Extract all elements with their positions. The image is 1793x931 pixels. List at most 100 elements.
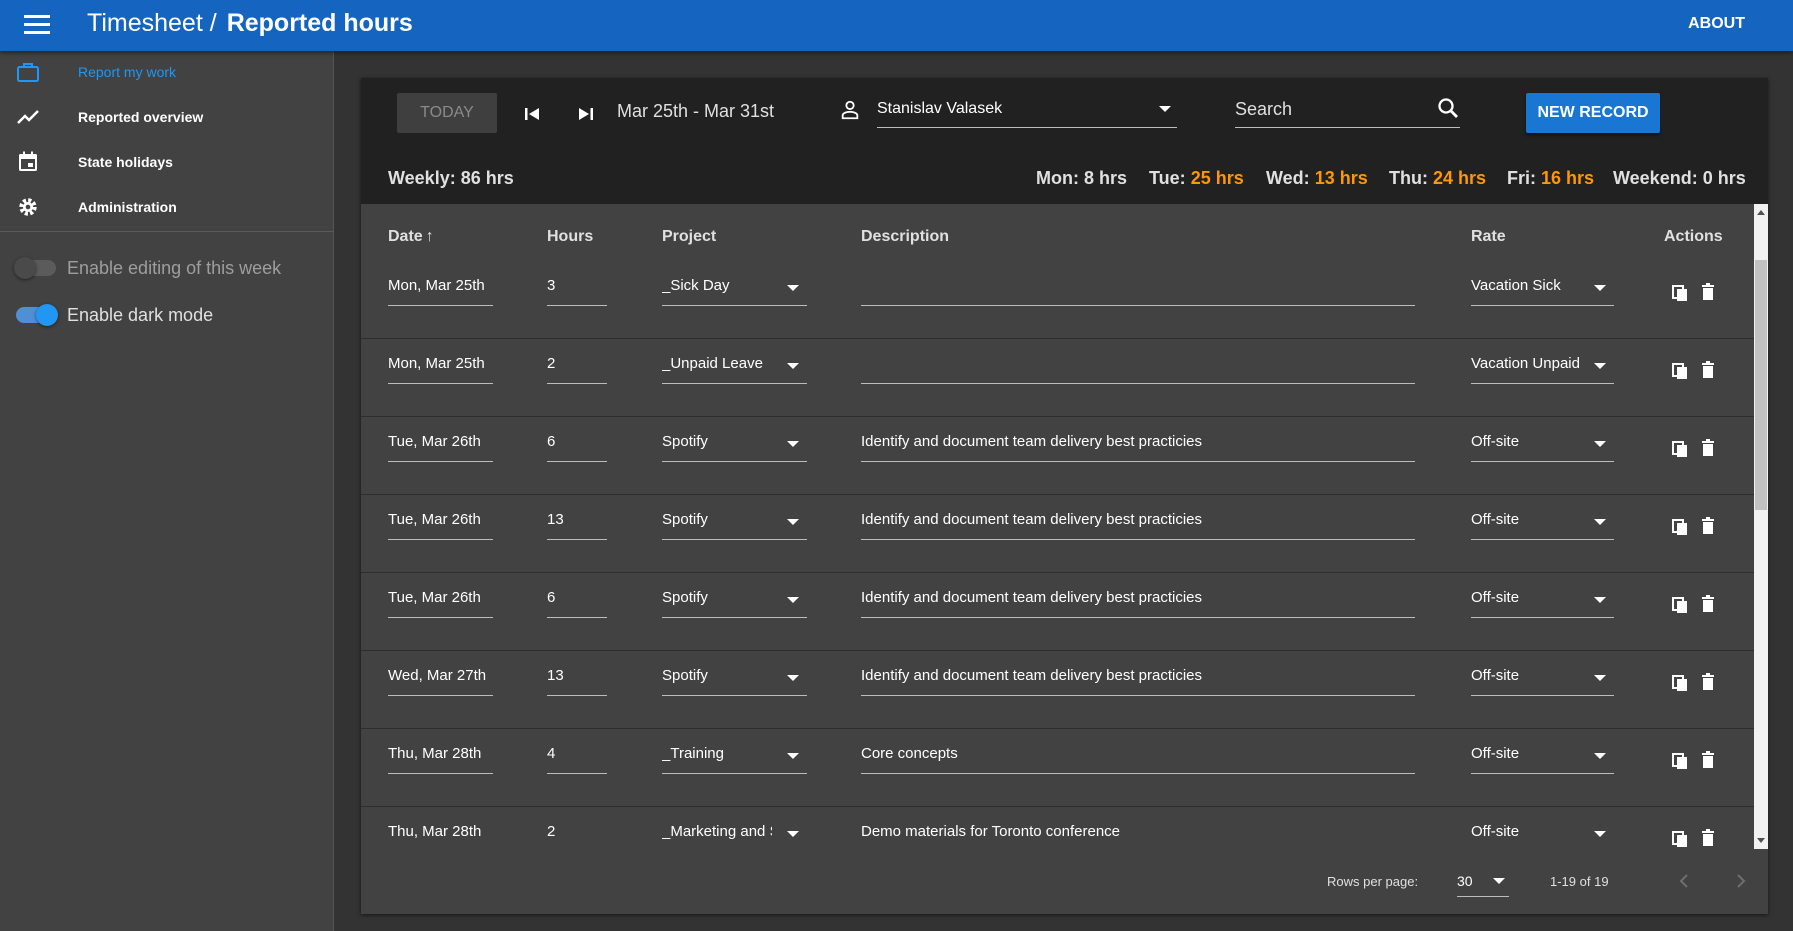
description-input[interactable]: [861, 349, 1415, 384]
scroll-up-arrow[interactable]: [1757, 210, 1765, 215]
search-icon[interactable]: [1436, 96, 1460, 120]
sidebar-item-administration[interactable]: Administration: [0, 186, 333, 228]
description-input[interactable]: Identify and document team delivery best…: [861, 661, 1415, 696]
description-input[interactable]: Demo materials for Toronto conference: [861, 817, 1415, 849]
project-select[interactable]: Spotify: [662, 661, 807, 696]
thu-label: Thu:: [1389, 168, 1428, 188]
table-row: Tue, Mar 26th 6 Spotify Identify and docume…: [361, 417, 1754, 495]
hours-input[interactable]: 6: [547, 583, 607, 618]
sidebar-item-report-my-work[interactable]: Report my work: [0, 51, 333, 93]
editing-week-switch[interactable]: [14, 257, 56, 279]
hours-input[interactable]: 6: [547, 427, 607, 462]
delete-icon[interactable]: [1700, 517, 1716, 535]
sidebar-item-reported-overview[interactable]: Reported overview: [0, 96, 333, 138]
table-scrollbar[interactable]: [1754, 204, 1768, 849]
date-cell[interactable]: Mon, Mar 25th: [388, 349, 493, 384]
tue-total: Tue: 25 hrs: [1149, 168, 1244, 189]
rows-per-page-select[interactable]: 30: [1457, 863, 1509, 897]
dark-mode-switch[interactable]: [16, 304, 58, 326]
previous-page-icon[interactable]: [1672, 869, 1696, 893]
description-input[interactable]: Core concepts: [861, 739, 1415, 774]
description-input[interactable]: Identify and document team delivery best…: [861, 583, 1415, 618]
timesheet-panel: TODAY Mar 25th - Mar 31st Stanislav Vala…: [361, 78, 1768, 914]
copy-icon[interactable]: [1672, 829, 1688, 847]
project-select[interactable]: _Unpaid Leave: [662, 349, 807, 384]
project-select[interactable]: _Marketing and Sales: [662, 817, 807, 849]
rate-select[interactable]: Off-site: [1471, 817, 1614, 849]
delete-icon[interactable]: [1700, 439, 1716, 457]
rate-select[interactable]: Off-site: [1471, 739, 1614, 774]
project-select[interactable]: Spotify: [662, 583, 807, 618]
delete-icon[interactable]: [1700, 829, 1716, 847]
description-input[interactable]: [861, 271, 1415, 306]
date-cell[interactable]: Mon, Mar 25th: [388, 271, 493, 306]
column-header-description[interactable]: Description: [861, 228, 949, 246]
project-select[interactable]: Spotify: [662, 427, 807, 462]
delete-icon[interactable]: [1700, 361, 1716, 379]
rate-select[interactable]: Off-site: [1471, 427, 1614, 462]
copy-icon[interactable]: [1672, 283, 1688, 301]
hours-input[interactable]: 13: [547, 661, 607, 696]
project-select[interactable]: Spotify: [662, 505, 807, 540]
skip-previous-icon[interactable]: [523, 105, 541, 123]
chevron-down-icon: [1594, 675, 1606, 681]
project-select[interactable]: _Sick Day: [662, 271, 807, 306]
delete-icon[interactable]: [1700, 751, 1716, 769]
scroll-down-arrow[interactable]: [1757, 838, 1765, 843]
column-header-hours[interactable]: Hours: [547, 228, 593, 246]
new-record-button[interactable]: NEW RECORD: [1526, 93, 1660, 133]
copy-icon[interactable]: [1672, 595, 1688, 613]
copy-icon[interactable]: [1672, 751, 1688, 769]
rate-select[interactable]: Vacation Unpaid: [1471, 349, 1614, 384]
hours-input[interactable]: 13: [547, 505, 607, 540]
date-cell[interactable]: Tue, Mar 26th: [388, 583, 493, 618]
date-cell-value: Tue, Mar 26th: [388, 511, 481, 528]
copy-icon[interactable]: [1672, 361, 1688, 379]
hours-input[interactable]: 2: [547, 349, 607, 384]
mon-label: Mon:: [1036, 168, 1079, 188]
date-cell[interactable]: Thu, Mar 28th: [388, 739, 493, 774]
hours-input[interactable]: 2: [547, 817, 607, 849]
copy-icon[interactable]: [1672, 517, 1688, 535]
fri-value: 16 hrs: [1541, 168, 1595, 188]
column-header-date[interactable]: Date ↑: [388, 228, 434, 246]
copy-icon[interactable]: [1672, 439, 1688, 457]
hamburger-menu-icon[interactable]: [24, 15, 50, 35]
chevron-down-icon: [1594, 753, 1606, 759]
scroll-thumb[interactable]: [1755, 260, 1767, 510]
search-input[interactable]: [1235, 96, 1425, 122]
rate-select-value: Off-site: [1471, 745, 1520, 762]
rate-select[interactable]: Off-site: [1471, 661, 1614, 696]
description-input[interactable]: Identify and document team delivery best…: [861, 505, 1415, 540]
chevron-down-icon: [1594, 441, 1606, 447]
date-cell[interactable]: Tue, Mar 26th: [388, 427, 493, 462]
delete-icon[interactable]: [1700, 595, 1716, 613]
today-button[interactable]: TODAY: [397, 93, 497, 133]
sidebar-item-state-holidays[interactable]: State holidays: [0, 141, 333, 183]
column-header-rate[interactable]: Rate: [1471, 228, 1506, 246]
date-cell[interactable]: Wed, Mar 27th: [388, 661, 493, 696]
date-cell[interactable]: Tue, Mar 26th: [388, 505, 493, 540]
delete-icon[interactable]: [1700, 673, 1716, 691]
hours-input[interactable]: 4: [547, 739, 607, 774]
delete-icon[interactable]: [1700, 283, 1716, 301]
date-cell[interactable]: Thu, Mar 28th: [388, 817, 493, 849]
pagination-range: 1-19 of 19: [1550, 874, 1609, 889]
description-input[interactable]: Identify and document team delivery best…: [861, 427, 1415, 462]
user-select[interactable]: Stanislav Valasek: [877, 90, 1177, 128]
project-select[interactable]: _Training: [662, 739, 807, 774]
hours-input-value: 6: [547, 433, 556, 450]
column-header-project[interactable]: Project: [662, 228, 716, 246]
rate-select[interactable]: Vacation Sick: [1471, 271, 1614, 306]
hours-input[interactable]: 3: [547, 271, 607, 306]
hours-input-value: 4: [547, 745, 556, 762]
rate-select[interactable]: Off-site: [1471, 583, 1614, 618]
skip-next-icon[interactable]: [577, 105, 595, 123]
about-button[interactable]: ABOUT: [1688, 15, 1745, 33]
date-cell-value: Thu, Mar 28th: [388, 823, 482, 840]
sidebar-item-label: Administration: [78, 199, 177, 215]
next-page-icon[interactable]: [1729, 869, 1753, 893]
rate-select[interactable]: Off-site: [1471, 505, 1614, 540]
fri-label: Fri:: [1507, 168, 1536, 188]
copy-icon[interactable]: [1672, 673, 1688, 691]
